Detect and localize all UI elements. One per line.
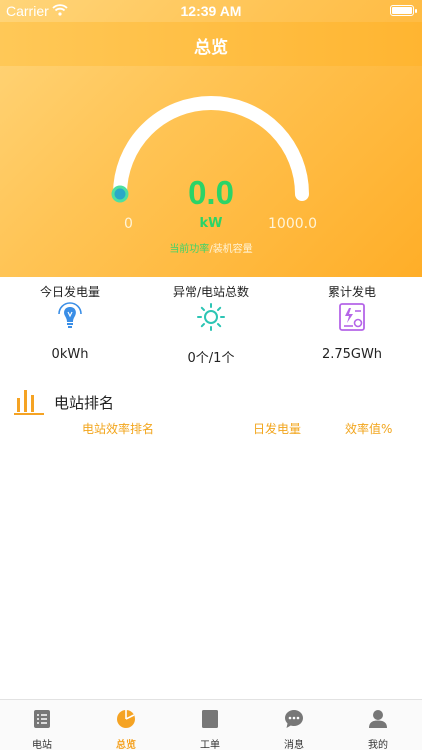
stat-label: 异常/电站总数 [172,285,250,299]
stat-value: 0kWh [51,347,89,362]
tab-label: 消息 [284,740,304,750]
document-icon [200,709,220,729]
tab-overview[interactable]: 总览 [84,700,168,750]
page-title: 总览 [194,38,228,58]
tab-profile[interactable]: 我的 [336,700,420,750]
lightbulb-icon [55,302,85,332]
column-efficiency-value[interactable]: 效率值% [345,420,392,437]
tab-label: 我的 [368,740,388,750]
ranking-title: 电站排名 [54,394,115,412]
column-efficiency-rank[interactable]: 电站效率排名 [82,420,154,437]
stat-value: 0个/1个 [187,351,235,366]
stat-today-generation[interactable]: 今日发电量 0kWh [0,277,140,372]
battery-icon [390,5,417,16]
gauge-max-label: 1000.0 [268,216,317,232]
stats-row: 今日发电量 0kWh 异常/电站总数 0个/1个 累计发电 2.75GWh [0,277,422,372]
status-bar: Carrier 12:39 AM [0,0,422,22]
legend-installed-capacity: 装机容量 [212,244,253,255]
pie-chart-icon [116,709,136,729]
tab-label: 总览 [116,740,136,750]
clock: 12:39 AM [180,3,242,19]
stat-label: 今日发电量 [39,285,100,299]
gauge-legend: 当前功率/装机容量 [0,240,422,255]
column-daily-generation[interactable]: 日发电量 [253,420,301,437]
nav-bar: 总览 [0,22,422,66]
stat-value: 2.75GWh [321,347,383,362]
stat-label: 累计发电 [327,285,376,299]
tab-stations[interactable]: 电站 [0,700,84,750]
stat-total-generation[interactable]: 累计发电 2.75GWh [282,277,422,372]
power-unit: kW [199,216,223,231]
bar-chart-icon [14,386,44,420]
chat-bubble-icon [284,709,304,729]
tab-label: 工单 [200,740,220,750]
person-icon [368,709,388,729]
gauge-min-label: 0 [124,216,133,232]
tab-label: 电站 [32,740,52,750]
legend-current-power: 当前功率 [169,244,210,255]
stat-abnormal-stations[interactable]: 异常/电站总数 0个/1个 [141,277,281,372]
power-gauge: 0.0 kW 0 1000.0 当前功率/装机容量 [0,66,422,277]
tab-work-orders[interactable]: 工单 [168,700,252,750]
energy-certificate-icon [337,302,367,332]
tab-bar: 电站 总览 工单 消息 我的 [0,699,422,750]
sun-icon [196,302,226,332]
tab-messages[interactable]: 消息 [252,700,336,750]
station-ranking-section: 电站排名 电站效率排名 日发电量 效率值% [0,378,422,448]
list-icon [32,709,52,729]
current-power-value: 0.0 [188,174,234,211]
